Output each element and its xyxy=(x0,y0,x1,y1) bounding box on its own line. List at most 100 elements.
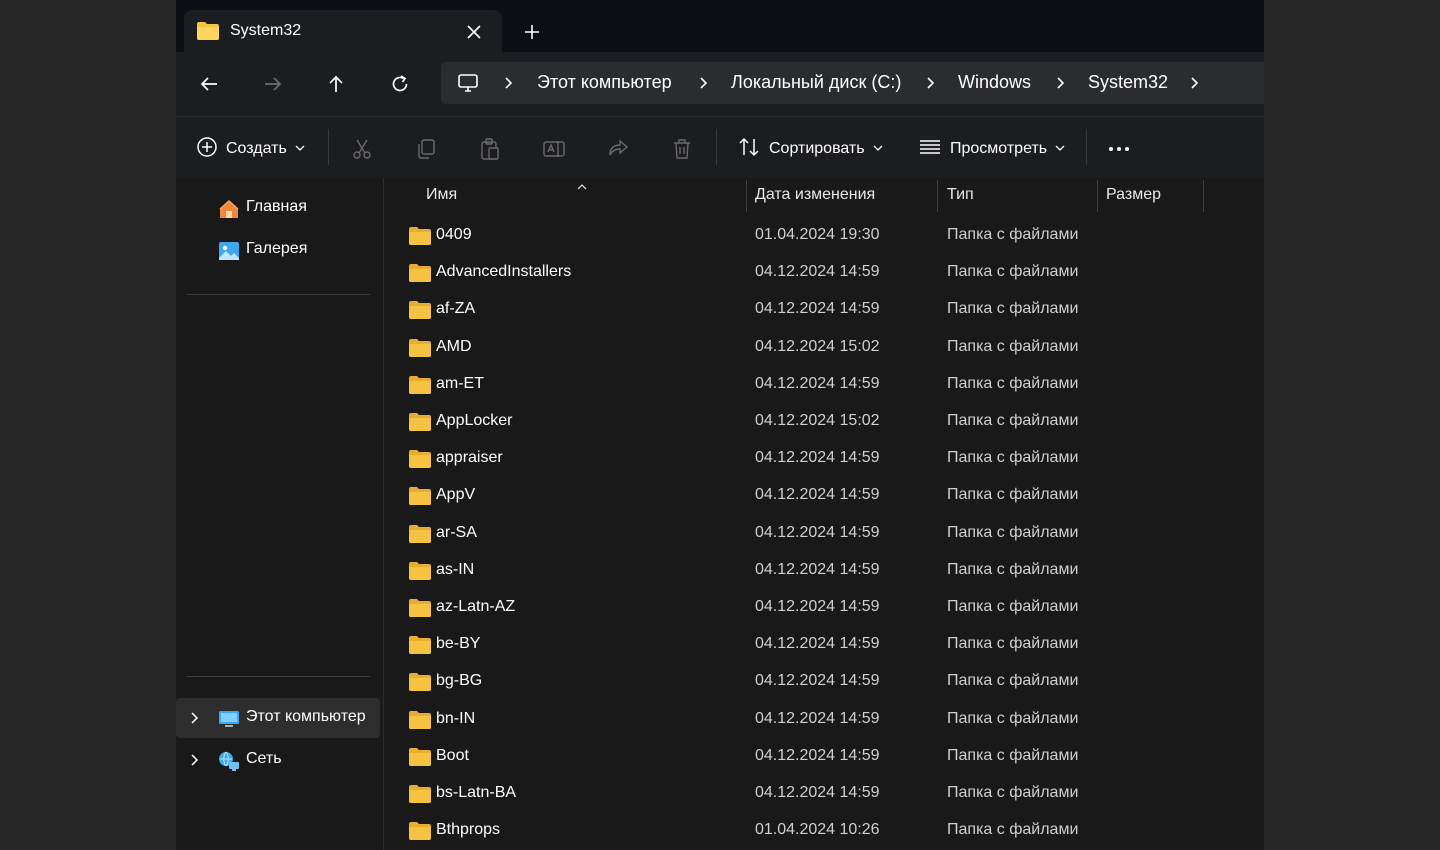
column-header-name[interactable]: Имя xyxy=(426,186,457,204)
create-button[interactable]: Создать xyxy=(196,136,305,162)
address-bar[interactable]: Этот компьютер Локальный диск (C:) Windo… xyxy=(441,62,1264,104)
column-divider[interactable] xyxy=(937,180,938,212)
table-row[interactable]: Boot 04.12.2024 14:59 Папка с файлами xyxy=(385,739,1264,776)
gallery-icon xyxy=(218,240,240,262)
table-row[interactable]: bg-BG 04.12.2024 14:59 Папка с файлами xyxy=(385,664,1264,701)
file-name: am-ET xyxy=(436,374,484,392)
sort-button[interactable]: Сортировать xyxy=(737,136,883,162)
cut-icon[interactable] xyxy=(350,137,374,161)
toolbar-divider xyxy=(1086,129,1087,165)
column-divider[interactable] xyxy=(746,180,747,212)
column-header-size[interactable]: Размер xyxy=(1106,186,1161,204)
chevron-right-icon[interactable] xyxy=(188,753,202,772)
refresh-icon[interactable] xyxy=(382,66,418,102)
back-arrow-icon[interactable] xyxy=(191,66,227,102)
chevron-right-icon[interactable] xyxy=(1187,75,1203,91)
copy-icon[interactable] xyxy=(414,137,438,161)
file-date: 04.12.2024 14:59 xyxy=(755,374,880,392)
file-name: be-BY xyxy=(436,635,481,653)
column-header-date[interactable]: Дата изменения xyxy=(755,186,875,204)
rename-icon[interactable] xyxy=(542,137,566,161)
table-row[interactable]: AdvancedInstallers 04.12.2024 14:59 Папка … xyxy=(385,255,1264,292)
file-type: Папка с файлами xyxy=(947,337,1079,355)
file-name: Bthprops xyxy=(436,821,501,839)
sidebar-item-network[interactable]: Сеть xyxy=(176,740,380,780)
folder-icon xyxy=(409,747,431,766)
table-row[interactable]: AppLocker 04.12.2024 15:02 Папка с файлами xyxy=(385,404,1264,441)
file-date: 04.12.2024 14:59 xyxy=(755,598,880,615)
file-date: 04.12.2024 14:59 xyxy=(755,784,880,801)
computer-icon xyxy=(218,708,240,730)
file-type: Папка с файлами xyxy=(947,560,1079,578)
table-row[interactable]: AMD 04.12.2024 15:02 Папка с файлами xyxy=(385,330,1264,367)
view-button[interactable]: Просмотреть xyxy=(918,136,1065,162)
chevron-right-icon[interactable] xyxy=(923,75,939,91)
monitor-icon[interactable] xyxy=(457,72,479,99)
chevron-right-icon[interactable] xyxy=(1053,75,1069,91)
table-row[interactable]: af-ZA 04.12.2024 14:59 Папка с файлами xyxy=(385,292,1264,329)
file-date: 01.04.2024 10:26 xyxy=(755,821,880,839)
table-row[interactable]: am-ET 04.12.2024 14:59 Папка с файлами xyxy=(385,367,1264,404)
breadcrumb-local-disk[interactable]: Локальный диск (C:) xyxy=(731,72,901,93)
table-row[interactable]: appraiser 04.12.2024 14:59 Папка с файлами xyxy=(385,441,1264,478)
toolbar-divider xyxy=(328,129,329,165)
create-label: Создать xyxy=(226,140,287,157)
breadcrumb-system32[interactable]: System32 xyxy=(1088,72,1168,93)
sidebar-item-this-pc[interactable]: Этот компьютер xyxy=(176,698,380,738)
sidebar-divider xyxy=(187,676,370,677)
share-icon[interactable] xyxy=(606,137,630,161)
folder-icon xyxy=(409,450,431,469)
file-type: Папка с файлами xyxy=(947,486,1079,504)
trash-icon[interactable] xyxy=(670,137,694,161)
column-divider[interactable] xyxy=(1097,180,1098,212)
folder-icon xyxy=(409,636,431,655)
sidebar-divider xyxy=(187,294,370,295)
table-row[interactable]: az-Latn-AZ 04.12.2024 14:59 Папка с файлам… xyxy=(385,590,1264,627)
file-date: 04.12.2024 14:59 xyxy=(755,672,880,690)
table-row[interactable]: be-BY 04.12.2024 14:59 Папка с файлами xyxy=(385,627,1264,664)
file-date: 04.12.2024 14:59 xyxy=(755,300,880,318)
sidebar-item-home[interactable]: Главная xyxy=(176,188,380,228)
toolbar-divider xyxy=(716,129,717,165)
sort-arrows-icon xyxy=(737,135,761,164)
new-tab-icon[interactable] xyxy=(518,18,546,46)
table-row[interactable]: ar-SA 04.12.2024 14:59 Папка с файлами xyxy=(385,516,1264,553)
title-bar: System32 xyxy=(176,0,1264,52)
view-lines-icon xyxy=(918,135,942,164)
command-bar: Создать Сортировать Просмотреть xyxy=(176,116,1264,178)
more-options-icon[interactable] xyxy=(1107,136,1131,162)
chevron-right-icon[interactable] xyxy=(188,711,202,730)
file-name: 0409 xyxy=(436,226,472,243)
table-row[interactable]: bn-IN 04.12.2024 14:59 Папка с файлами xyxy=(385,702,1264,739)
file-type: Папка с файлами xyxy=(947,374,1079,392)
file-type: Папка с файлами xyxy=(947,672,1079,690)
navigation-pane: Главная Галерея Этот компьютер Сеть xyxy=(176,178,384,850)
file-name: bg-BG xyxy=(436,672,483,690)
file-name: bs-Latn-BA xyxy=(436,784,517,801)
network-icon xyxy=(218,750,240,772)
chevron-right-icon[interactable] xyxy=(696,75,712,91)
paste-icon[interactable] xyxy=(478,137,502,161)
close-icon[interactable] xyxy=(460,18,488,46)
file-type: Папка с файлами xyxy=(947,523,1079,541)
folder-icon xyxy=(409,561,431,580)
column-divider[interactable] xyxy=(1203,180,1204,212)
table-row[interactable]: as-IN 04.12.2024 14:59 Папка с файлами xyxy=(385,553,1264,590)
breadcrumb-this-pc[interactable]: Этот компьютер xyxy=(537,72,672,93)
column-header-type[interactable]: Тип xyxy=(947,186,974,204)
folder-icon xyxy=(409,338,431,357)
file-name: AppV xyxy=(436,486,476,504)
chevron-right-icon[interactable] xyxy=(501,75,517,91)
forward-arrow-icon[interactable] xyxy=(255,66,291,102)
file-name: af-ZA xyxy=(436,300,476,318)
table-row[interactable]: AppV 04.12.2024 14:59 Папка с файлами xyxy=(385,478,1264,515)
table-row[interactable]: Bthprops 01.04.2024 10:26 Папка с файлами xyxy=(385,813,1264,850)
breadcrumb-windows[interactable]: Windows xyxy=(958,72,1031,93)
sidebar-item-gallery[interactable]: Галерея xyxy=(176,230,380,270)
file-type: Папка с файлами xyxy=(947,226,1079,243)
tab-system32[interactable]: System32 xyxy=(184,10,502,52)
table-row[interactable]: 0409 01.04.2024 19:30 Папка с файлами xyxy=(385,218,1264,255)
sort-ascending-icon xyxy=(576,178,588,196)
up-arrow-icon[interactable] xyxy=(318,66,354,102)
table-row[interactable]: bs-Latn-BA 04.12.2024 14:59 Папка с файлам… xyxy=(385,776,1264,813)
